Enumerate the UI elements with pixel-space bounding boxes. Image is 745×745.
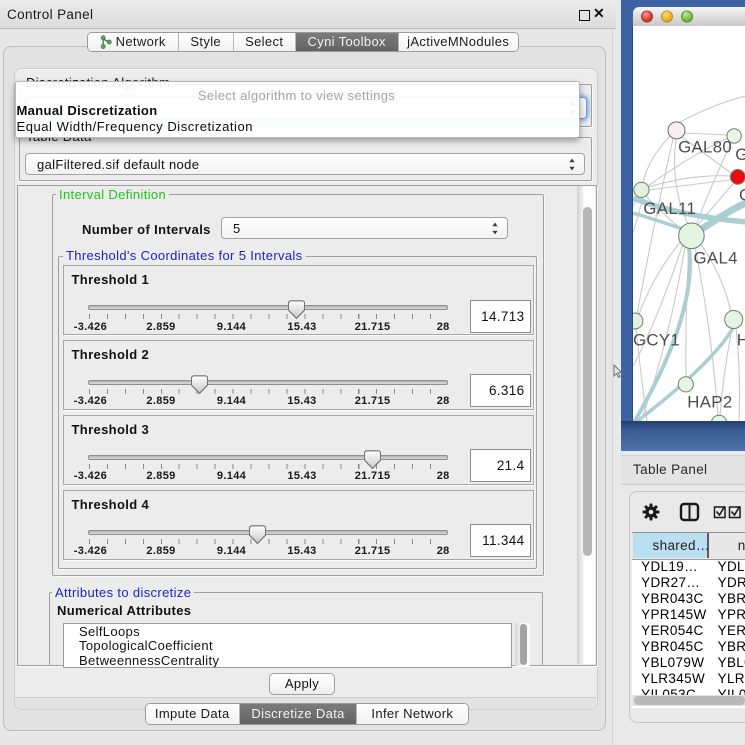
svg-text:H: H [737,331,745,350]
svg-text:GCY1: GCY1 [633,331,680,350]
svg-text:GAL11: GAL11 [643,199,696,218]
svg-text:HAP2: HAP2 [687,392,732,411]
svg-text:GAL4: GAL4 [694,249,738,268]
svg-text:GA: GA [735,145,745,164]
svg-text:GAL80: GAL80 [678,138,732,157]
svg-text:C: C [739,186,745,205]
